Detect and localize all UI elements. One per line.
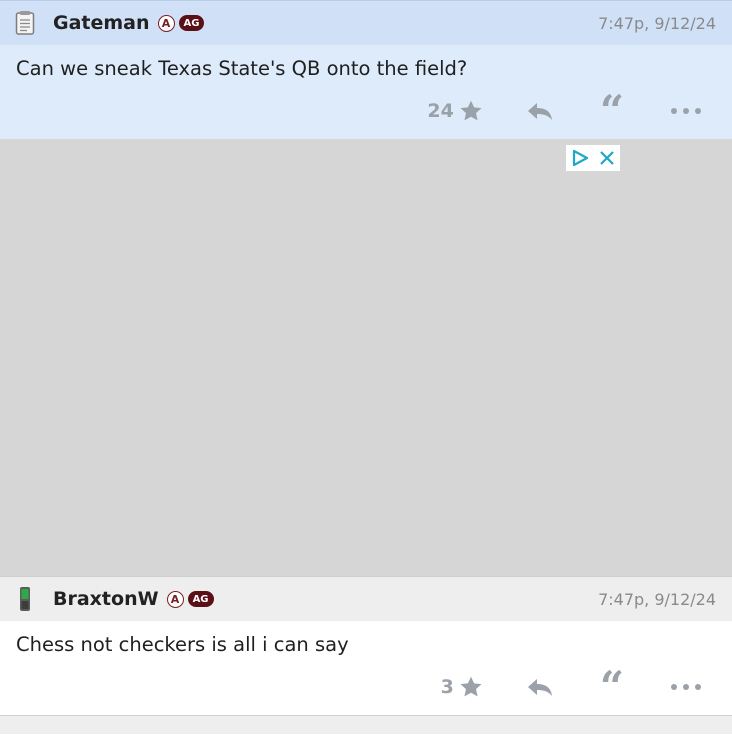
post-item: BraxtonW A AG 7:47p, 9/12/24 Chess not c…: [0, 576, 732, 715]
like-button[interactable]: 3: [441, 674, 484, 700]
post-body: Can we sneak Texas State's QB onto the f…: [0, 45, 732, 139]
ad-area[interactable]: [0, 139, 732, 576]
post-header: BraxtonW A AG 7:47p, 9/12/24: [0, 576, 732, 621]
badge-a-icon: A: [166, 590, 184, 608]
badge-ag-icon: AG: [187, 591, 214, 607]
more-button[interactable]: [624, 107, 702, 115]
adchoices-badge[interactable]: [566, 145, 620, 171]
close-icon[interactable]: [598, 149, 616, 167]
post-body: Chess not checkers is all i can say 3 “: [0, 621, 732, 715]
post-timestamp: 7:47p, 9/12/24: [598, 589, 716, 609]
post-timestamp: 7:47p, 9/12/24: [598, 13, 716, 33]
post-item: Gateman A AG 7:47p, 9/12/24 Can we sneak…: [0, 0, 732, 139]
quote-icon[interactable]: “: [600, 90, 624, 132]
more-button[interactable]: [624, 683, 702, 691]
username-link[interactable]: BraxtonW: [53, 588, 159, 610]
reply-icon: [527, 103, 552, 120]
reply-button[interactable]: [484, 99, 554, 123]
username-link[interactable]: Gateman: [53, 12, 150, 34]
adchoices-play-icon[interactable]: [570, 148, 590, 168]
post-text: Chess not checkers is all i can say: [16, 633, 349, 656]
phone-icon: [14, 586, 36, 612]
more-icon: [671, 108, 701, 114]
notepad-icon: [14, 10, 36, 36]
quote-icon[interactable]: “: [600, 666, 624, 708]
post-actions: 3 “: [16, 659, 716, 715]
reply-icon: [527, 679, 552, 696]
more-icon: [671, 684, 701, 690]
badge-ag-icon: AG: [178, 15, 205, 31]
post-text: Can we sneak Texas State's QB onto the f…: [16, 57, 468, 80]
badge-a-icon: A: [157, 14, 175, 32]
star-icon: [460, 100, 482, 121]
like-count: 24: [427, 100, 454, 122]
reply-button[interactable]: [484, 675, 554, 699]
like-count: 3: [440, 676, 454, 698]
like-button[interactable]: 24: [427, 98, 483, 124]
post-actions: 24 “: [16, 83, 716, 139]
next-post-header: [0, 715, 732, 734]
post-header: Gateman A AG 7:47p, 9/12/24: [0, 0, 732, 45]
star-icon: [460, 676, 482, 697]
